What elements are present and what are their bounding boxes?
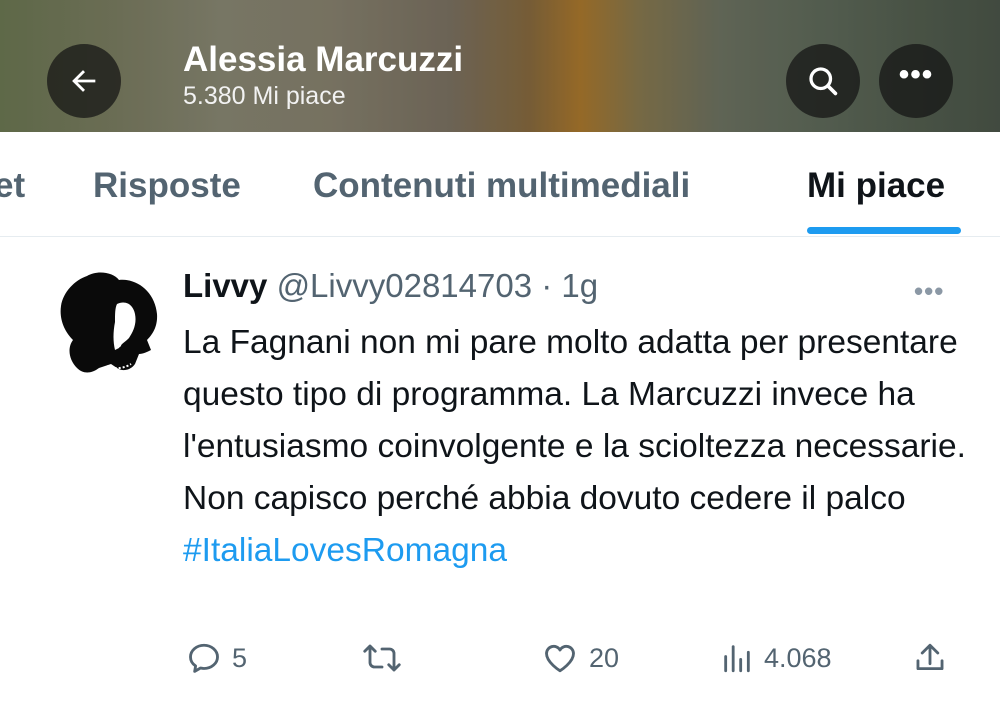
share-upload-icon [916,643,944,671]
likes-count: 5.380 Mi piace [183,82,346,110]
woman-silhouette-icon [47,268,163,384]
tweet-time[interactable]: 1g [561,267,598,304]
reply-button[interactable]: 5 [186,640,247,676]
more-dots-icon: ••• [898,58,934,91]
tweet-header: Livvy @Livvy02814703 · 1g [183,267,598,305]
like-button[interactable]: 20 [541,640,619,676]
tweet-more-icon[interactable]: ••• [914,276,944,307]
search-button[interactable] [786,44,860,118]
tweet-text: La Fagnani non mi pare molto adatta per … [183,317,973,577]
profile-header: Alessia Marcuzzi 5.380 Mi piace ••• [0,0,1000,132]
reply-count: 5 [232,642,248,673]
profile-tabs: et Risposte Contenuti multimediali Mi pi… [0,132,1000,237]
reply-icon [189,643,219,673]
views-bar-chart-icon [724,645,750,673]
tab-likes[interactable]: Mi piace [807,166,945,206]
views-count: 4.068 [764,642,832,673]
author-handle[interactable]: @Livvy02814703 [277,267,533,304]
tab-posts[interactable]: et [0,166,25,206]
back-button[interactable] [47,44,121,118]
like-count: 20 [589,642,620,673]
tweet-body: La Fagnani non mi pare molto adatta per … [183,324,966,517]
more-button[interactable]: ••• [879,44,953,118]
search-icon [809,67,838,96]
hashtag-link[interactable]: #ItaliaLovesRomagna [183,532,507,569]
avatar[interactable] [47,268,163,384]
share-button[interactable] [913,640,947,676]
tab-media[interactable]: Contenuti multimediali [313,166,690,206]
arrow-left-icon [72,70,96,92]
active-tab-indicator [807,227,961,234]
tab-replies[interactable]: Risposte [93,166,241,206]
profile-name: Alessia Marcuzzi [183,40,464,79]
heart-icon [545,644,575,673]
header-separator: · [541,267,553,304]
views-button[interactable]: 4.068 [720,640,832,676]
author-name[interactable]: Livvy [183,267,267,304]
retweet-icon [363,644,401,672]
retweet-button[interactable] [362,640,412,676]
